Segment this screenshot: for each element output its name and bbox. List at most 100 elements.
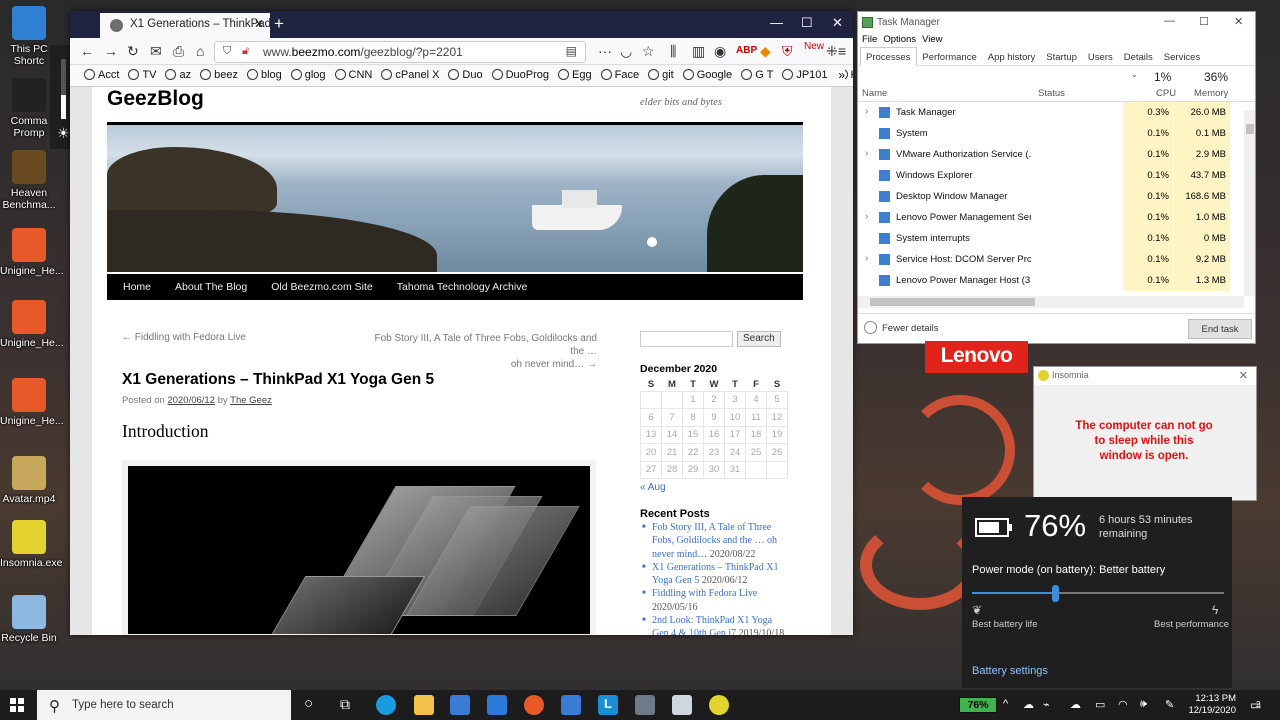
author-link[interactable]: The Geez — [230, 395, 272, 406]
new-tab-button[interactable]: + — [274, 14, 284, 34]
desktop-icon[interactable]: Recycle Bin — [0, 595, 58, 644]
bookmark-item[interactable]: G T — [741, 65, 773, 81]
start-button[interactable] — [10, 698, 24, 712]
process-row[interactable]: System 0.1% 0.1 MB — [858, 123, 1255, 144]
shield-icon[interactable]: ⛉ — [223, 45, 231, 58]
app-menu-icon[interactable]: ≡ — [838, 43, 846, 59]
tab-close-icon[interactable]: ✕ — [254, 17, 264, 31]
show-hidden-icons[interactable]: ^ — [1003, 698, 1008, 710]
desktop-icon[interactable]: Unigine_He... — [0, 378, 64, 427]
process-row[interactable]: › Service Host: DCOM Server Proc... 0.1% 9.… — [858, 249, 1255, 270]
back-button[interactable]: ← — [80, 43, 94, 59]
search-input[interactable] — [640, 331, 733, 347]
tm-tab[interactable]: Users — [1083, 48, 1119, 67]
battery-settings-link[interactable]: Battery settings — [972, 665, 1048, 677]
recent-post-link[interactable]: Fiddling with Fedora Live — [652, 588, 757, 599]
process-row[interactable]: Lenovo Power Manager Host (3... 0.1% 1.3 M… — [858, 270, 1255, 291]
process-row[interactable]: › Task Manager 0.3% 26.0 MB — [858, 102, 1255, 123]
next-post-link[interactable]: Fob Story III, A Tale of Three Fobs, Gol… — [367, 332, 597, 371]
tm-tab[interactable]: Services — [1159, 48, 1206, 67]
wifi-icon[interactable]: ◠ — [1118, 698, 1128, 711]
mail-icon[interactable]: ✉ — [150, 43, 162, 60]
insomnia-close-button[interactable]: ✕ — [1239, 369, 1248, 382]
cortana-icon[interactable]: ○ — [304, 695, 313, 712]
bookmark-item[interactable]: beez — [200, 65, 238, 81]
col-name[interactable]: Name — [862, 88, 887, 99]
insomnia-taskbar-icon[interactable] — [709, 695, 729, 715]
fewer-details-link[interactable]: Fewer details — [882, 323, 939, 334]
browser-tab[interactable]: X1 Generations – ThinkPad X1 Yoga ✕ — [100, 13, 270, 38]
bookmark-star-icon[interactable]: ☆ — [642, 43, 655, 60]
edge-icon[interactable] — [376, 695, 396, 715]
pen-icon[interactable]: ✎ — [1165, 698, 1174, 711]
desktop-icon[interactable]: Comma Promp — [0, 78, 58, 139]
battery-badge[interactable]: 76% — [959, 697, 997, 713]
desktop-icon[interactable]: Unigine_He... — [0, 300, 64, 349]
menu-item[interactable]: Tahoma Technology Archive — [381, 274, 536, 293]
cloud-icon[interactable]: ☁ — [1070, 698, 1081, 711]
expand-chevron-icon[interactable]: › — [865, 253, 868, 264]
onedrive-icon[interactable]: ☁ — [1023, 698, 1034, 711]
bookmark-item[interactable]: Egg — [558, 65, 592, 81]
calendar-prev-link[interactable]: « Aug — [640, 482, 666, 493]
process-row[interactable]: › VMware Authorization Service (... 0.1% 2.… — [858, 144, 1255, 165]
tm-tab[interactable]: Details — [1119, 48, 1159, 67]
tm-tab[interactable]: Processes — [860, 47, 918, 66]
reader-view-icon[interactable]: ▤ — [566, 44, 577, 58]
maximize-button[interactable]: ☐ — [801, 15, 813, 31]
bookmark-item[interactable]: CNN — [334, 65, 372, 81]
desktop-icon[interactable]: Unigine_He... — [0, 228, 64, 277]
bookmark-item[interactable]: git — [648, 65, 674, 81]
menu-item[interactable]: About The Blog — [159, 274, 255, 293]
search-button[interactable]: Search — [737, 331, 781, 347]
battery-tray-icon[interactable]: ▭ — [1095, 698, 1105, 711]
reload-button[interactable]: ↻ — [127, 43, 139, 60]
usb-icon[interactable]: ⌁ — [1043, 698, 1050, 711]
tm-menu-item[interactable]: View — [922, 34, 942, 45]
store-icon[interactable] — [450, 695, 470, 715]
insomnia-window[interactable]: Insomnia ✕ The computer can not go to sl… — [1033, 366, 1257, 501]
tm-maximize-button[interactable]: ☐ — [1199, 15, 1209, 28]
print-icon[interactable]: ⎙ — [173, 43, 184, 60]
tm-tab[interactable]: App history — [983, 48, 1042, 67]
tm-tab[interactable]: Performance — [917, 48, 982, 67]
end-task-button[interactable]: End task — [1188, 319, 1252, 339]
tm-menu-item[interactable]: File — [862, 34, 877, 45]
volume-icon[interactable]: 🕪︎ — [1140, 698, 1147, 711]
mail-app-icon[interactable] — [487, 695, 507, 715]
bookmark-item[interactable]: TV — [128, 65, 156, 81]
extension-icon[interactable]: ◆ — [760, 43, 771, 60]
home-button[interactable]: ⌂ — [196, 43, 204, 59]
tm-tab[interactable]: Startup — [1041, 48, 1083, 67]
task-manager-taskbar-icon[interactable] — [672, 695, 692, 715]
collapse-icon[interactable] — [864, 321, 877, 334]
expand-chevron-icon[interactable]: › — [865, 148, 868, 159]
clock[interactable]: 12:13 PM 12/19/2020 — [1186, 693, 1236, 717]
process-row[interactable]: Windows Explorer 0.1% 43.7 MB — [858, 165, 1255, 186]
forward-button[interactable]: → — [104, 43, 118, 59]
sidebar-icon[interactable]: ▥ — [692, 43, 705, 60]
desktop-icon[interactable]: This PC Shortc — [0, 6, 58, 67]
col-memory[interactable]: Memory — [1194, 88, 1228, 99]
bookmark-item[interactable]: cPanel X — [381, 65, 439, 81]
library-icon[interactable]: ⫼ — [670, 43, 676, 60]
desktop-icon[interactable]: Avatar.mp4 — [0, 456, 58, 505]
bookmarks-overflow-icon[interactable]: » — [834, 68, 845, 82]
bookmark-item[interactable]: blog — [246, 65, 282, 81]
bookmark-item[interactable]: DuoProg — [491, 65, 549, 81]
col-status[interactable]: Status — [1038, 88, 1065, 99]
process-row[interactable]: System interrupts 0.1% 0 MB — [858, 228, 1255, 249]
insecure-lock-icon[interactable]: 🔓︎ — [242, 45, 249, 58]
taskbar-search-box[interactable]: ⚲ Type here to search — [37, 690, 291, 720]
tm-minimize-button[interactable]: — — [1164, 15, 1175, 27]
desktop-icon[interactable]: Insomnia.exe — [0, 520, 62, 569]
task-view-icon[interactable]: ⧉ — [340, 696, 350, 713]
url-bar[interactable]: www.beezmo.com/geezblog/?p=2201 ⛉ 🔓︎ ▤ — [214, 41, 586, 63]
bookmark-item[interactable]: Google — [682, 65, 732, 81]
pocket-icon[interactable]: ◡ — [620, 43, 632, 60]
tm-menu-item[interactable]: Options — [883, 34, 916, 45]
col-cpu[interactable]: CPU — [1156, 88, 1176, 99]
adblock-icon[interactable]: ABP — [736, 45, 757, 56]
more-actions-icon[interactable]: ··· — [598, 43, 612, 59]
file-explorer-icon[interactable] — [414, 695, 434, 715]
